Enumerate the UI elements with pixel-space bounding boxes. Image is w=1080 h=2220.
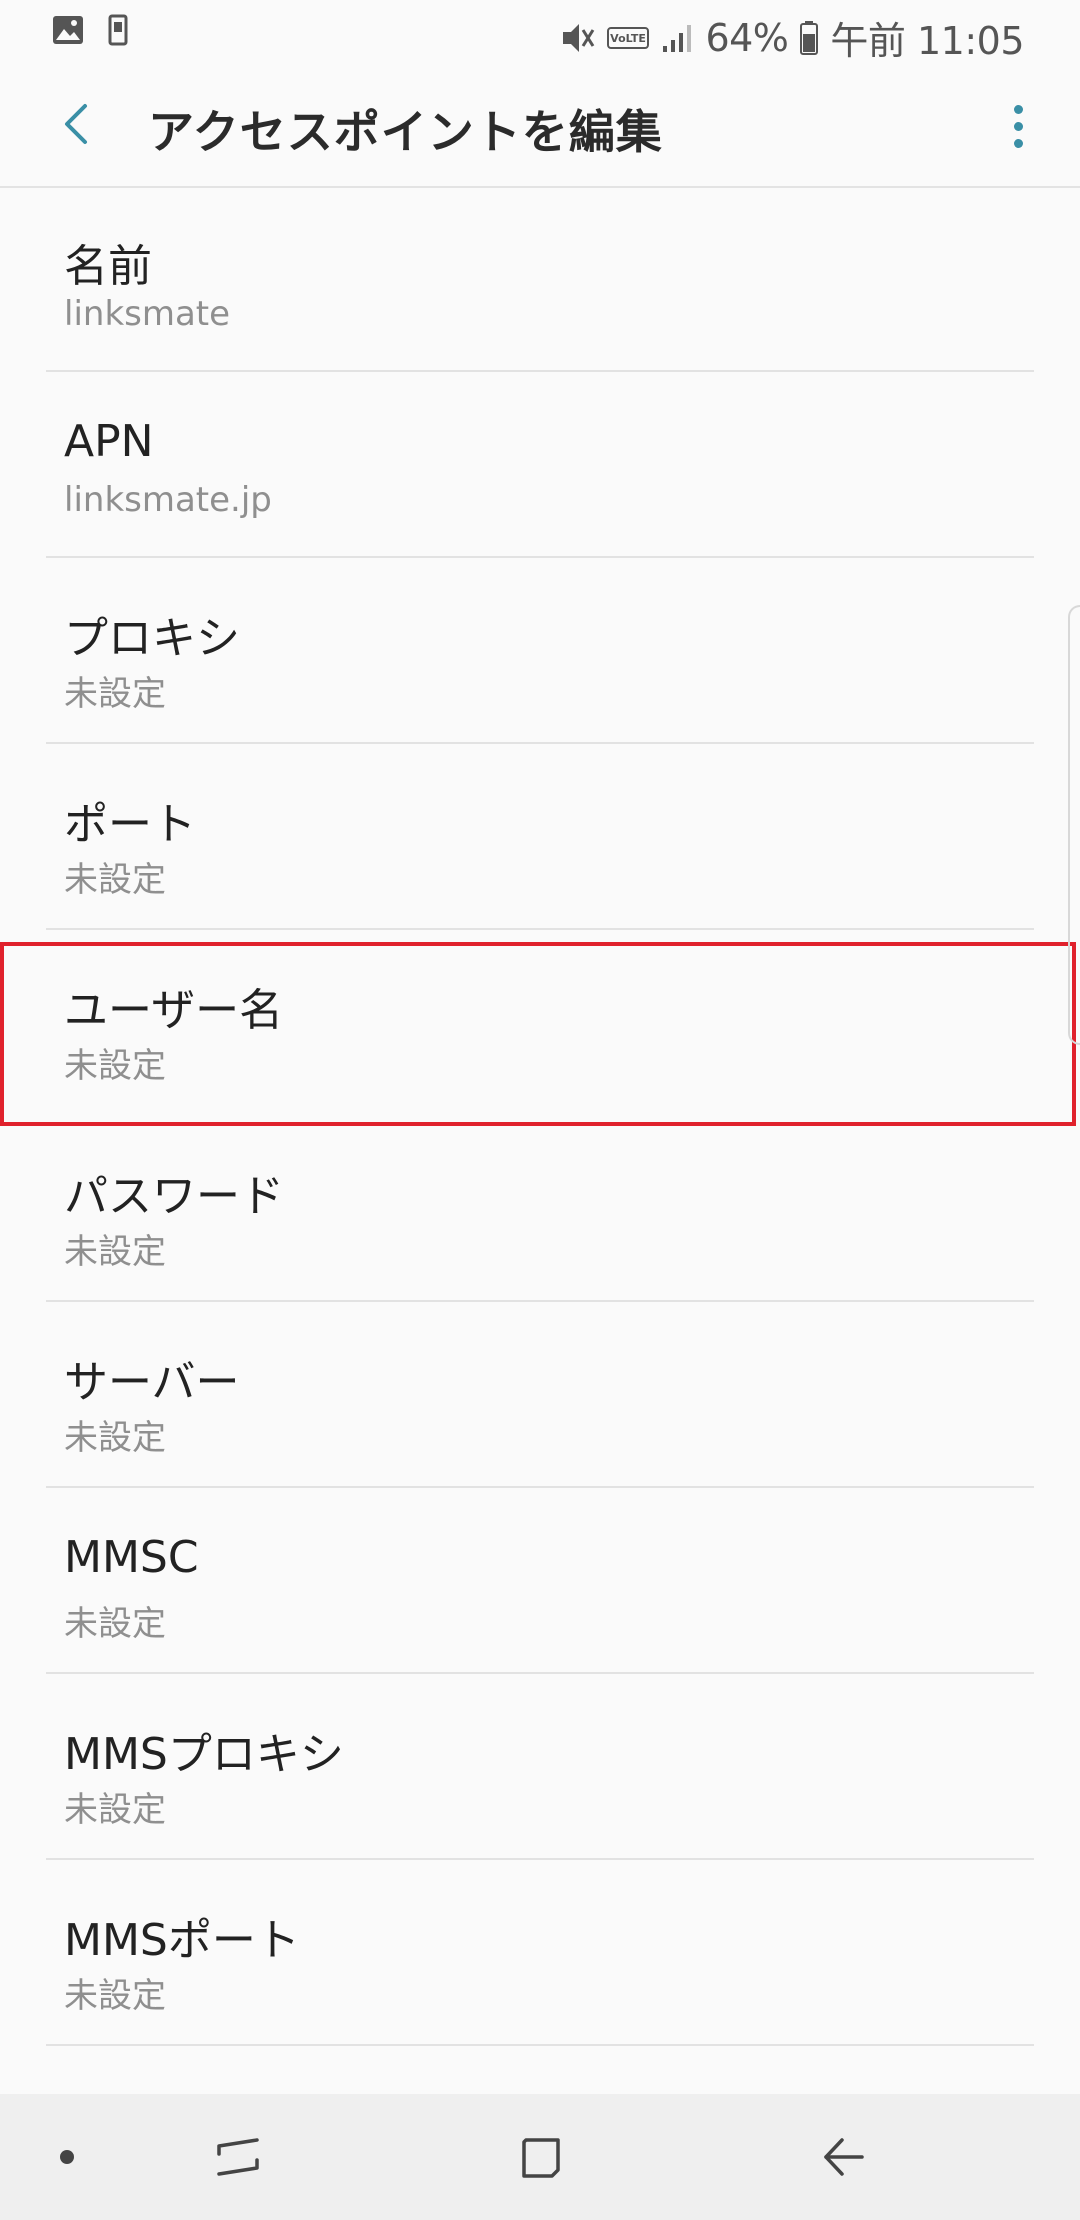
item-label: ユーザー名 bbox=[64, 985, 284, 1036]
home-button[interactable] bbox=[506, 2124, 576, 2194]
item-value: 未設定 bbox=[64, 1976, 166, 2016]
item-label: MMSC bbox=[64, 1532, 199, 1583]
navigation-bar bbox=[0, 2094, 1080, 2220]
phone-storage-icon bbox=[106, 14, 130, 50]
battery-icon bbox=[800, 20, 819, 55]
item-label: プロキシ bbox=[64, 613, 240, 664]
back-icon bbox=[818, 2132, 868, 2186]
list-item-proxy[interactable]: プロキシ 未設定 bbox=[46, 558, 1034, 744]
item-label: APN bbox=[64, 416, 154, 467]
list-item-mms-proxy[interactable]: MMSプロキシ 未設定 bbox=[46, 1674, 1034, 1860]
more-vert-icon-dot bbox=[1013, 121, 1023, 131]
signal-icon bbox=[661, 22, 693, 54]
status-left-icons bbox=[52, 14, 130, 50]
recents-icon bbox=[213, 2132, 263, 2186]
gallery-icon bbox=[52, 15, 84, 49]
home-icon bbox=[516, 2132, 566, 2186]
item-value: 未設定 bbox=[64, 1418, 166, 1458]
clock: 午前 11:05 bbox=[830, 19, 1024, 63]
item-value: 未設定 bbox=[64, 1604, 166, 1644]
item-value: 未設定 bbox=[64, 860, 166, 900]
page-title: アクセスポイントを編集 bbox=[148, 105, 663, 159]
list-item-username[interactable]: ユーザー名 未設定 bbox=[46, 930, 1034, 1116]
item-value: 未設定 bbox=[64, 1046, 166, 1086]
item-value: linksmate.jp bbox=[64, 480, 272, 520]
list-item-port[interactable]: ポート 未設定 bbox=[46, 744, 1034, 930]
status-bar: VoLTE 64% 午前 11:05 bbox=[0, 0, 1080, 66]
scrollbar[interactable] bbox=[1068, 605, 1080, 1045]
back-button[interactable] bbox=[44, 94, 108, 158]
item-label: ポート bbox=[64, 799, 196, 850]
item-value: 未設定 bbox=[64, 1232, 166, 1272]
apn-settings-list: 名前 linksmate APN linksmate.jp プロキシ 未設定 ポ… bbox=[0, 186, 1080, 2046]
list-item-apn[interactable]: APN linksmate.jp bbox=[46, 372, 1034, 558]
more-vert-icon bbox=[1013, 104, 1023, 114]
status-right-icons: VoLTE 64% 午前 11:05 bbox=[559, 10, 1024, 65]
item-value: 未設定 bbox=[64, 1790, 166, 1830]
app-bar: アクセスポイントを編集 bbox=[0, 66, 1080, 188]
more-vert-icon-dot bbox=[1013, 138, 1023, 148]
list-item-password[interactable]: パスワード 未設定 bbox=[46, 1116, 1034, 1302]
svg-text:VoLTE: VoLTE bbox=[611, 32, 647, 45]
item-label: MMSプロキシ bbox=[64, 1729, 344, 1780]
item-label: サーバー bbox=[64, 1357, 240, 1408]
list-item-server[interactable]: サーバー 未設定 bbox=[46, 1302, 1034, 1488]
back-nav-button[interactable] bbox=[808, 2124, 878, 2194]
list-item-mmsc[interactable]: MMSC 未設定 bbox=[46, 1488, 1034, 1674]
mute-icon bbox=[559, 20, 595, 56]
battery-percent: 64% bbox=[705, 15, 789, 60]
list-item-name[interactable]: 名前 linksmate bbox=[46, 186, 1034, 372]
volte-icon: VoLTE bbox=[607, 26, 650, 50]
recents-button[interactable] bbox=[203, 2124, 273, 2194]
more-options-button[interactable] bbox=[996, 96, 1040, 156]
item-value: linksmate bbox=[64, 294, 231, 334]
item-label: パスワード bbox=[64, 1171, 284, 1222]
back-arrow-icon bbox=[59, 102, 93, 150]
list-item-mms-port[interactable]: MMSポート 未設定 bbox=[46, 1860, 1034, 2046]
item-label: 名前 bbox=[64, 241, 152, 292]
item-label: MMSポート bbox=[64, 1915, 300, 1966]
dot-indicator bbox=[60, 2150, 74, 2164]
item-value: 未設定 bbox=[64, 674, 166, 714]
